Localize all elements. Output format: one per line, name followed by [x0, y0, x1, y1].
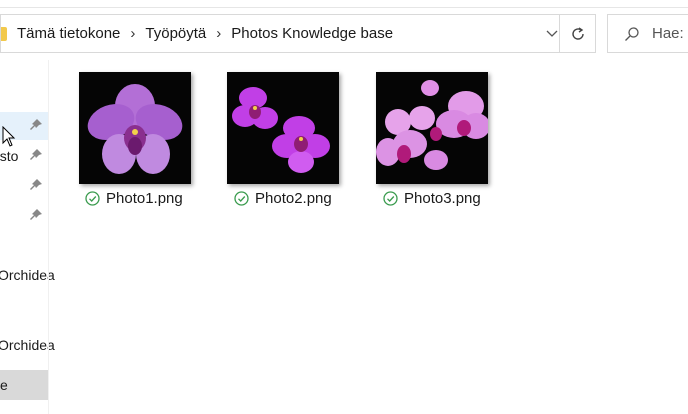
file-name[interactable]: Photo2.png	[255, 190, 332, 207]
orchid-image	[376, 72, 488, 184]
refresh-icon	[571, 26, 584, 40]
search-box[interactable]: Hae:	[607, 14, 688, 53]
pane-divider[interactable]	[48, 60, 49, 414]
file-thumbnail-photo1[interactable]	[79, 72, 191, 184]
breadcrumb-separator-icon[interactable]: ›	[130, 25, 135, 42]
sync-status-check-icon	[234, 191, 249, 206]
pin-icon[interactable]	[29, 208, 43, 222]
file-thumbnail-photo3[interactable]	[376, 72, 488, 184]
sidebar-item-label[interactable]: e	[0, 377, 8, 393]
sidebar-item-highlighted[interactable]: e	[0, 370, 48, 400]
orchid-image	[227, 72, 339, 184]
sidebar-item-label[interactable]: Orchidea	[0, 267, 55, 283]
pin-icon[interactable]	[29, 148, 43, 162]
breadcrumb-this-pc[interactable]: Tämä tietokone	[17, 25, 120, 42]
pin-icon[interactable]	[29, 178, 43, 192]
file-label-photo2[interactable]: Photo2.png	[234, 190, 332, 207]
file-thumbnail-photo2[interactable]	[227, 72, 339, 184]
sync-status-check-icon	[85, 191, 100, 206]
orchid-image	[79, 72, 191, 184]
breadcrumb-desktop[interactable]: Työpöytä	[145, 25, 206, 42]
folder-icon	[1, 26, 7, 41]
navigation-pane: osto Orchidea Orchidea e	[0, 60, 55, 414]
breadcrumb-separator-icon[interactable]: ›	[216, 25, 221, 42]
file-name[interactable]: Photo1.png	[106, 190, 183, 207]
breadcrumb-current-folder[interactable]: Photos Knowledge base	[231, 25, 393, 42]
sync-status-check-icon	[383, 191, 398, 206]
chevron-down-icon[interactable]	[545, 26, 559, 40]
search-input[interactable]: Hae:	[652, 25, 684, 42]
pin-icon[interactable]	[29, 118, 43, 132]
file-label-photo1[interactable]: Photo1.png	[85, 190, 183, 207]
refresh-button[interactable]	[559, 15, 595, 52]
search-icon	[625, 26, 639, 41]
file-label-photo3[interactable]: Photo3.png	[383, 190, 481, 207]
window-top-strip	[0, 0, 688, 8]
sidebar-item-label[interactable]: Orchidea	[0, 337, 55, 353]
address-bar[interactable]: Tämä tietokone › Työpöytä › Photos Knowl…	[0, 14, 596, 53]
file-name[interactable]: Photo3.png	[404, 190, 481, 207]
mouse-cursor-icon	[2, 126, 16, 147]
sidebar-item-label[interactable]: osto	[0, 148, 18, 164]
